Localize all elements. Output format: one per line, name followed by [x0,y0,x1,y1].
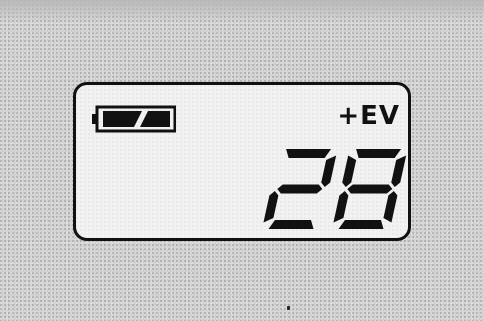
segment-d [338,220,384,229]
segment-d [268,220,314,229]
seven-segment-digits [263,149,407,229]
segment-e [333,191,349,223]
segment-g [277,184,323,194]
dust-speck [287,306,290,310]
segment-f [342,155,357,187]
battery-icon [92,105,176,133]
segment-b [321,155,337,187]
top-shadow [0,0,484,22]
segment-e [263,191,279,223]
camera-lcd-scene: +EV 28 [0,0,484,321]
segment-c [383,191,398,223]
segment-g [347,184,393,194]
ev-indicator: +EV [337,101,400,131]
segment-a [286,149,332,158]
digit-2 [333,149,407,229]
segment-a [356,149,402,158]
digit-1 [263,149,337,229]
lcd-display-panel: +EV 28 [73,82,411,241]
exposure-value-readout: 28 [258,149,408,233]
segment-b [391,155,407,187]
